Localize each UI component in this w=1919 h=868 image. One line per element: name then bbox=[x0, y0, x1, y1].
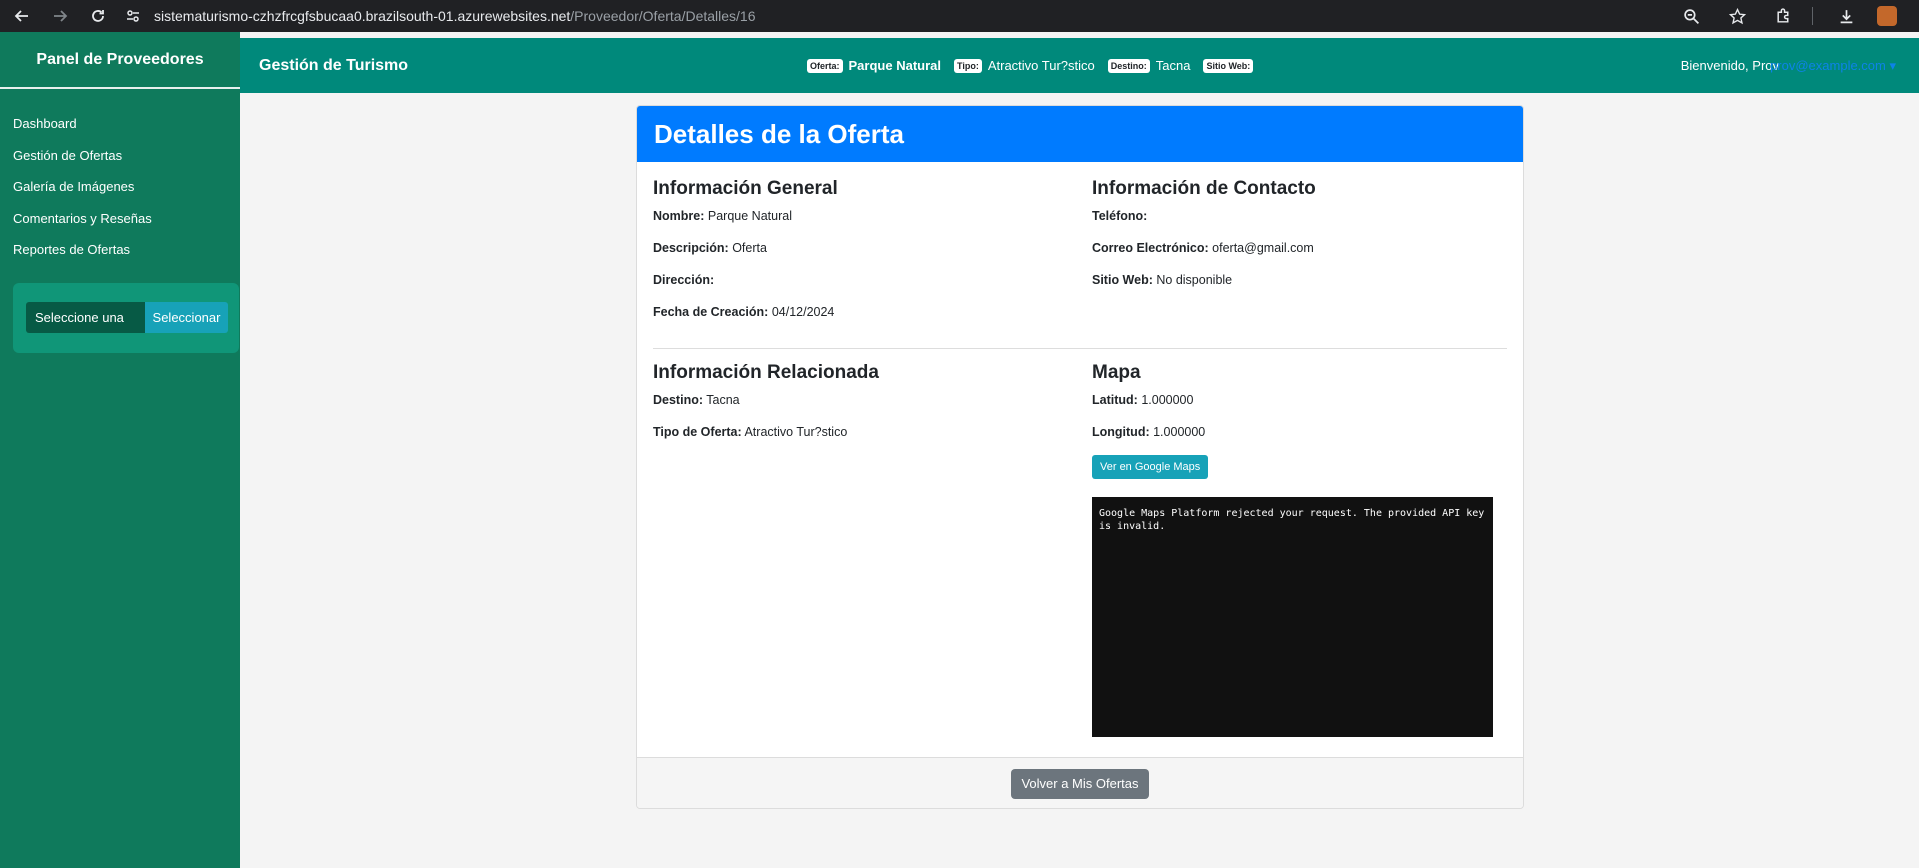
latitud-field: Latitud: 1.000000 bbox=[1092, 393, 1194, 407]
section-divider bbox=[653, 348, 1507, 349]
url-host: sistematurismo-czhzfrcgfsbucaa0.brazilso… bbox=[154, 8, 571, 24]
related-info-title: Información Relacionada bbox=[653, 362, 879, 383]
offer-details-card: Detalles de la Oferta Información Genera… bbox=[636, 105, 1524, 809]
offer-select-dropdown[interactable]: Seleccione una bbox=[26, 302, 145, 333]
longitud-field: Longitud: 1.000000 bbox=[1092, 425, 1206, 439]
welcome-text: Bienvenido, Prov bbox=[1680, 58, 1779, 73]
general-info-section: Información General Nombre: Parque Natur… bbox=[653, 178, 1073, 337]
oferta-value: Parque Natural bbox=[848, 58, 941, 73]
forward-arrow-icon[interactable] bbox=[48, 4, 72, 28]
destino-badge: Destino: bbox=[1107, 58, 1150, 73]
related-info-section: Información Relacionada Destino: Tacna T… bbox=[653, 362, 1073, 457]
descripcion-field: Descripción: Oferta bbox=[653, 241, 767, 255]
sidebar-item-comentarios[interactable]: Comentarios y Reseñas bbox=[0, 209, 240, 241]
back-arrow-icon[interactable] bbox=[10, 4, 34, 28]
map-error-text: Google Maps Platform rejected your reque… bbox=[1099, 508, 1485, 532]
address-bar[interactable]: sistematurismo-czhzfrcgfsbucaa0.brazilso… bbox=[154, 8, 756, 24]
general-info-title: Información General bbox=[653, 178, 838, 199]
app-title[interactable]: Gestión de Turismo bbox=[259, 57, 408, 75]
tipo-value: Atractivo Tur?stico bbox=[987, 58, 1095, 73]
sitio-web-badge: Sitio Web: bbox=[1203, 58, 1254, 73]
card-title: Detalles de la Oferta bbox=[637, 106, 1523, 162]
reload-icon[interactable] bbox=[86, 4, 110, 28]
contact-info-title: Información de Contacto bbox=[1092, 178, 1316, 199]
tipo-badge: Tipo: bbox=[954, 58, 982, 73]
offer-selector: Seleccione una Seleccionar bbox=[13, 282, 239, 353]
contact-info-section: Información de Contacto Teléfono: Correo… bbox=[1092, 178, 1512, 305]
toolbar-divider bbox=[1812, 7, 1813, 25]
extensions-icon[interactable] bbox=[1770, 3, 1796, 29]
google-maps-button[interactable]: Ver en Google Maps bbox=[1092, 455, 1209, 479]
offer-summary: Oferta: Parque Natural Tipo: Atractivo T… bbox=[807, 38, 1259, 93]
fecha-creacion-field: Fecha de Creación: 04/12/2024 bbox=[653, 305, 835, 319]
browser-toolbar: sistematurismo-czhzfrcgfsbucaa0.brazilso… bbox=[0, 0, 1919, 32]
url-path: /Proveedor/Oferta/Detalles/16 bbox=[570, 8, 756, 24]
destino-field: Destino: Tacna bbox=[653, 393, 740, 407]
bookmark-star-icon[interactable] bbox=[1724, 3, 1750, 29]
correo-field: Correo Electrónico: oferta@gmail.com bbox=[1092, 241, 1314, 255]
sidebar-item-gestion-ofertas[interactable]: Gestión de Ofertas bbox=[0, 146, 240, 178]
sidebar-nav: Dashboard Gestión de Ofertas Galería de … bbox=[0, 89, 240, 272]
map-title: Mapa bbox=[1092, 362, 1141, 383]
profile-extension-icon[interactable] bbox=[1877, 6, 1897, 26]
destino-value: Tacna bbox=[1155, 58, 1191, 73]
map-section: Mapa Latitud: 1.000000 Longitud: 1.00000… bbox=[1092, 362, 1512, 479]
sitio-web-field: Sitio Web: No disponible bbox=[1092, 273, 1233, 287]
direccion-field: Dirección: bbox=[653, 273, 715, 287]
top-navbar: Gestión de Turismo Oferta: Parque Natura… bbox=[240, 38, 1919, 93]
sidebar-item-reportes[interactable]: Reportes de Ofertas bbox=[0, 240, 240, 272]
user-menu-link[interactable]: prov@example.com ▾ bbox=[1770, 38, 1896, 93]
select-offer-button[interactable]: Seleccionar bbox=[145, 302, 228, 333]
sidebar-item-dashboard[interactable]: Dashboard bbox=[0, 114, 240, 146]
map-error-panel: Google Maps Platform rejected your reque… bbox=[1092, 497, 1493, 737]
download-icon[interactable] bbox=[1833, 3, 1859, 29]
oferta-badge: Oferta: bbox=[807, 58, 843, 73]
site-info-icon[interactable] bbox=[124, 7, 142, 25]
sidebar: Panel de Proveedores Dashboard Gestión d… bbox=[0, 32, 240, 868]
sidebar-title: Panel de Proveedores bbox=[0, 32, 240, 89]
tipo-oferta-field: Tipo de Oferta: Atractivo Tur?stico bbox=[653, 425, 848, 439]
card-footer: Volver a Mis Ofertas bbox=[637, 757, 1523, 808]
zoom-icon[interactable] bbox=[1678, 3, 1704, 29]
nombre-field: Nombre: Parque Natural bbox=[653, 209, 792, 223]
sidebar-item-galeria-imagenes[interactable]: Galería de Imágenes bbox=[0, 177, 240, 209]
telefono-field: Teléfono: bbox=[1092, 209, 1148, 223]
back-to-offers-button[interactable]: Volver a Mis Ofertas bbox=[1011, 769, 1149, 799]
